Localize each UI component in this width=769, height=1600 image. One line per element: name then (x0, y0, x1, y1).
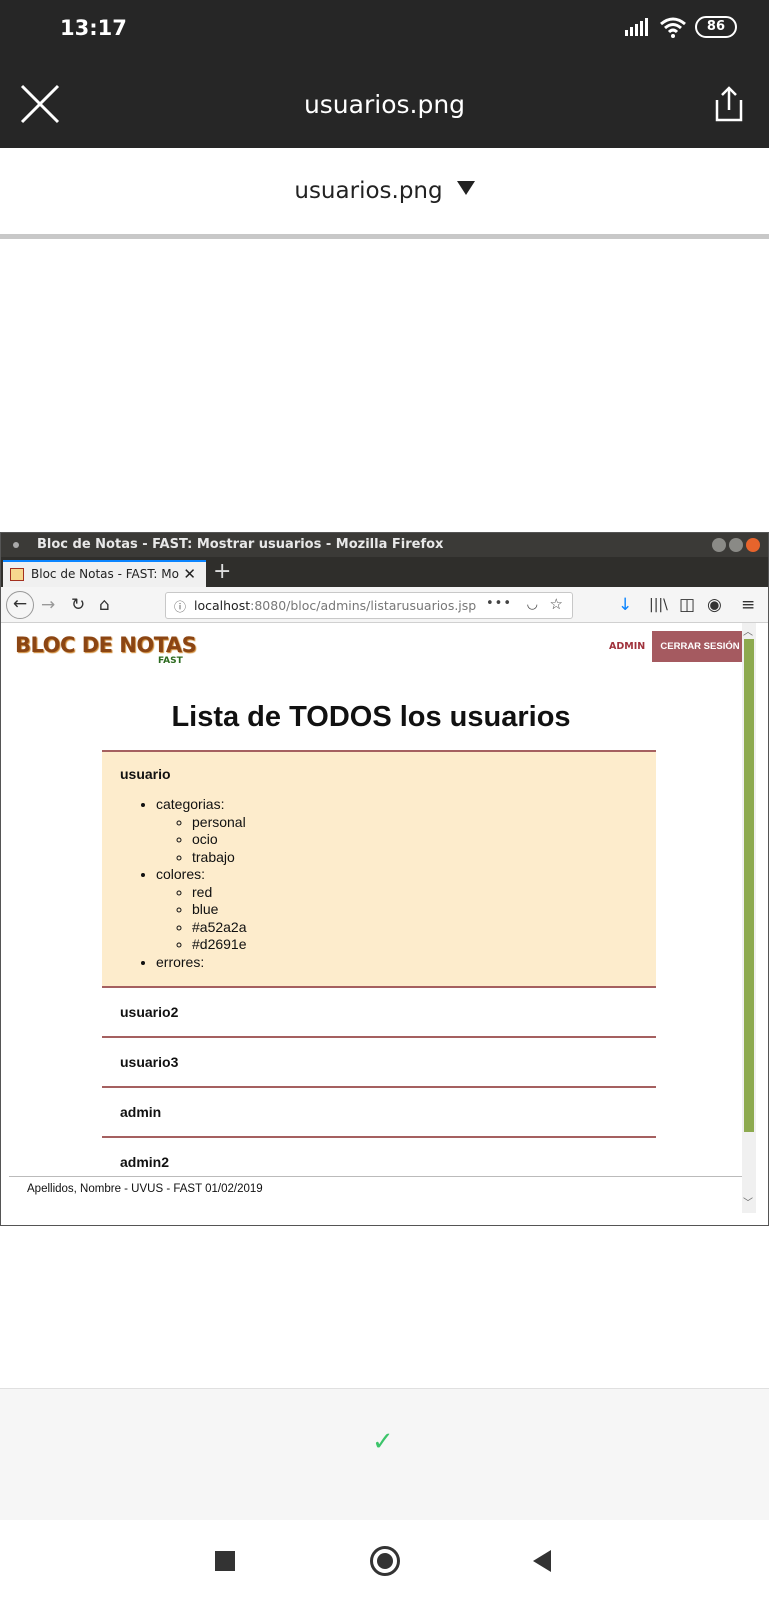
browser-titlebar: Bloc de Notas - FAST: Mostrar usuarios -… (1, 533, 768, 557)
detail-errores: errores: (156, 954, 656, 972)
list-item: #d2691e (192, 936, 656, 954)
bottom-panel: ✓ (0, 1388, 769, 1520)
scroll-down-icon[interactable]: ﹀ (743, 1194, 753, 1209)
library-icon[interactable]: |||\ (649, 597, 668, 613)
list-item: personal (192, 814, 656, 832)
back-button-icon[interactable] (533, 1550, 551, 1572)
minimize-icon[interactable] (712, 538, 726, 552)
detail-categorias: categorias: personal ocio trabajo (156, 796, 656, 866)
file-selector-label: usuarios.png (294, 178, 443, 204)
info-icon[interactable]: ⓘ (174, 598, 186, 615)
check-icon[interactable]: ✓ (372, 1427, 394, 1457)
user-details: categorias: personal ocio trabajo colore… (156, 796, 656, 971)
scrollbar-thumb[interactable] (744, 639, 754, 1132)
battery-indicator: 86 (694, 16, 737, 38)
list-item: #a52a2a (192, 919, 656, 937)
detail-colores: colores: red blue #a52a2a #d2691e (156, 866, 656, 954)
page-title: Lista de TODOS los usuarios (171, 701, 571, 733)
tab-close-icon[interactable]: ✕ (183, 565, 196, 583)
web-page: BLOC DE NOTAS FAST ADMIN CERRAR SESIÓN L… (1, 623, 756, 1213)
url-host: localhost (194, 598, 251, 613)
tab-label: Bloc de Notas - FAST: Mostrar usuarios (31, 567, 179, 581)
browser-toolbar: ← → ↻ ⌂ ⓘ localhost:8080/bloc/admins/lis… (1, 587, 768, 623)
account-icon[interactable]: ◉ (707, 595, 722, 615)
new-tab-icon[interactable]: + (213, 559, 231, 584)
bookmark-star-icon[interactable]: ☆ (550, 595, 563, 613)
tab-strip: Bloc de Notas - FAST: Mostrar usuarios ✕… (1, 557, 768, 587)
user-list: usuario categorias: personal ocio trabaj… (102, 750, 656, 1186)
list-item: ocio (192, 831, 656, 849)
share-icon[interactable] (709, 84, 749, 124)
admin-link[interactable]: ADMIN (609, 641, 645, 652)
window-menu-icon (13, 542, 19, 548)
colores-list: red blue #a52a2a #d2691e (192, 884, 656, 954)
list-item: blue (192, 901, 656, 919)
viewer-header: usuarios.png (0, 60, 769, 148)
favicon-icon (10, 568, 24, 581)
recents-icon[interactable] (215, 1551, 235, 1571)
sidebar-icon[interactable]: ◫ (679, 595, 695, 615)
menu-icon[interactable]: ≡ (741, 595, 755, 615)
page-footer: Apellidos, Nombre - UVUS - FAST 01/02/20… (9, 1176, 753, 1208)
site-logo[interactable]: BLOC DE NOTAS (15, 633, 197, 657)
site-logo-sub: FAST (158, 656, 183, 666)
user-item-usuario[interactable]: usuario categorias: personal ocio trabaj… (102, 750, 656, 986)
caret-down-icon (456, 181, 475, 195)
forward-icon[interactable]: → (41, 595, 55, 615)
user-name: usuario3 (120, 1054, 179, 1070)
user-name: admin2 (120, 1154, 170, 1170)
logout-button[interactable]: CERRAR SESIÓN (652, 631, 748, 662)
detail-label: errores: (156, 953, 205, 970)
url-text: localhost:8080/bloc/admins/listarusuario… (194, 598, 476, 613)
back-icon[interactable]: ← (6, 591, 34, 619)
maximize-icon[interactable] (729, 538, 743, 552)
file-selector[interactable]: usuarios.png (0, 148, 769, 234)
status-bar: 13:17 86 (0, 0, 769, 60)
detail-label: categorias: (156, 796, 225, 812)
system-nav-bar (0, 1520, 769, 1600)
scrollbar[interactable]: ︿ ﹀ (742, 623, 756, 1213)
phone-screen: 13:17 86 usuarios.png usuarios.png Bloc … (0, 0, 769, 1600)
divider (0, 234, 769, 239)
window-close-icon[interactable] (746, 538, 760, 552)
url-bar[interactable]: ⓘ localhost:8080/bloc/admins/listarusuar… (165, 592, 573, 619)
list-item: red (192, 884, 656, 902)
reload-icon[interactable]: ↻ (71, 595, 85, 615)
screenshot-image: Bloc de Notas - FAST: Mostrar usuarios -… (0, 532, 769, 1226)
list-item: trabajo (192, 849, 656, 867)
download-icon[interactable]: ↓ (618, 595, 632, 615)
wifi-icon (659, 17, 686, 38)
categorias-list: personal ocio trabajo (192, 814, 656, 867)
user-name: admin (120, 1104, 162, 1120)
home-icon[interactable]: ⌂ (99, 595, 110, 615)
viewer-title: usuarios.png (303, 90, 466, 119)
window-title: Bloc de Notas - FAST: Mostrar usuarios -… (37, 537, 444, 552)
more-icon[interactable]: ••• (486, 596, 512, 611)
scroll-up-icon[interactable]: ︿ (743, 623, 753, 638)
home-button-icon[interactable] (370, 1546, 400, 1576)
status-icons: 86 (624, 16, 737, 38)
user-name: usuario (120, 766, 171, 782)
status-time: 13:17 (60, 16, 127, 40)
browser-tab[interactable]: Bloc de Notas - FAST: Mostrar usuarios ✕ (3, 560, 206, 587)
user-item-usuario2[interactable]: usuario2 (102, 986, 656, 1036)
detail-label: colores: (156, 866, 206, 882)
user-name: usuario2 (120, 1004, 179, 1020)
user-item-admin[interactable]: admin (102, 1086, 656, 1136)
window-controls (712, 538, 760, 552)
url-path: :8080/bloc/admins/listarusuarios.jsp (250, 598, 477, 613)
pocket-icon[interactable]: ◡ (527, 597, 538, 612)
user-item-usuario3[interactable]: usuario3 (102, 1036, 656, 1086)
signal-icon (624, 18, 648, 36)
